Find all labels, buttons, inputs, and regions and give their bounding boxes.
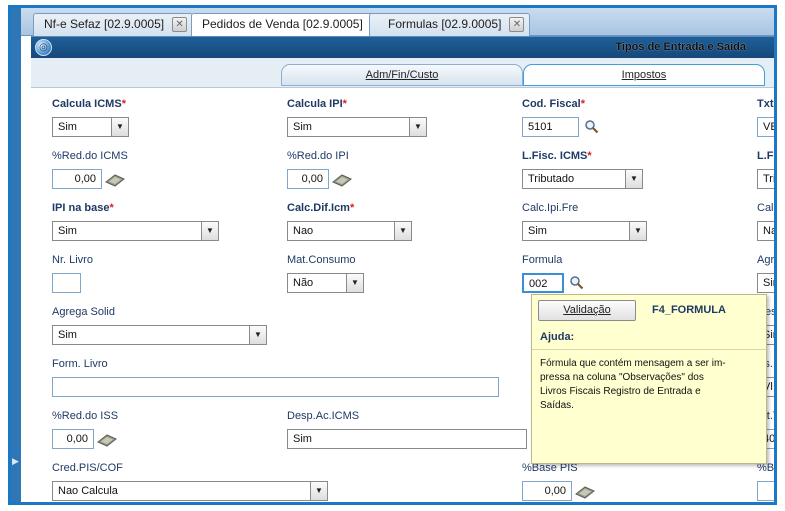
agrega-solid-select[interactable]: Sim ▼ <box>52 325 267 345</box>
field-help-tooltip: Validação F4_FORMULA Ajuda: Fórmula que … <box>531 294 767 464</box>
calcula-ipi-select[interactable]: Sim ▼ <box>287 117 427 137</box>
calc-ipi-fre-label: Calc.Ipi.Fre <box>522 202 579 214</box>
ipi-base-label: IPI na base* <box>52 202 114 214</box>
subtab-impostos[interactable]: Impostos <box>523 64 765 86</box>
search-icon[interactable] <box>584 119 599 134</box>
calculator-icon[interactable] <box>575 485 595 499</box>
window-title: Tipos de Entrada e Saida <box>615 41 746 53</box>
application-frame: ▶ Nf-e Sefaz [02.9.0005] ✕ Pedidos de Ve… <box>8 5 777 505</box>
lf-select[interactable]: Tri <box>757 169 774 189</box>
document-tab-bar: Nf-e Sefaz [02.9.0005] ✕ Pedidos de Vend… <box>21 8 774 37</box>
cod-fiscal-label: Cod. Fiscal* <box>522 98 585 110</box>
tab-nfe-sefaz[interactable]: Nf-e Sefaz [02.9.0005] ✕ <box>33 13 194 36</box>
chevron-down-icon[interactable]: ▼ <box>625 170 642 188</box>
validation-button[interactable]: Validação <box>538 300 636 321</box>
help-text-line: Livros Fiscais Registro de Entrada e <box>540 386 701 397</box>
tab-formulas[interactable]: Formulas [02.9.0005] ✕ <box>369 13 531 36</box>
chevron-down-icon[interactable]: ▼ <box>346 274 363 292</box>
window-title-bar: ◎ Tipos de Entrada e Saida <box>31 36 774 58</box>
subtab-adm-fin-custo[interactable]: Adm/Fin/Custo <box>281 64 523 86</box>
help-heading: Ajuda: <box>540 331 575 343</box>
formula-input[interactable]: 002 <box>522 273 564 293</box>
chevron-down-icon[interactable]: ▼ <box>201 222 218 240</box>
cod-fiscal-input[interactable]: 5101 <box>522 117 579 137</box>
red-ipi-label: %Red.do IPI <box>287 150 349 162</box>
left-collapse-strip[interactable]: ▶ <box>11 8 21 502</box>
red-iss-input[interactable]: 0,00 <box>52 429 94 449</box>
cred-pis-cof-select[interactable]: Nao Calcula ▼ <box>52 481 328 501</box>
txt-label: Txt <box>757 98 774 110</box>
close-icon[interactable]: ✕ <box>509 17 525 32</box>
agr-select[interactable]: Sir <box>757 273 774 293</box>
calc-ipi-fre-select[interactable]: Sim ▼ <box>522 221 647 241</box>
calculator-icon[interactable] <box>332 173 352 187</box>
calcula-ipi-label: Calcula IPI* <box>287 98 347 110</box>
calc-dif-icm-label: Calc.Dif.Icm* <box>287 202 355 214</box>
help-text-line: pressa na coluna "Observações" dos <box>540 372 704 383</box>
calcula-icms-select[interactable]: Sim ▼ <box>52 117 129 137</box>
help-text-line: Fórmula que contém mensagem a ser im- <box>540 358 726 369</box>
chevron-down-icon[interactable]: ▼ <box>629 222 646 240</box>
chevron-down-icon[interactable]: ▼ <box>409 118 426 136</box>
red-iss-label: %Red.do ISS <box>52 410 119 422</box>
tab-label: Formulas [02.9.0005] <box>388 17 502 31</box>
ipi-base-select[interactable]: Sim ▼ <box>52 221 219 241</box>
calculator-icon[interactable] <box>97 433 117 447</box>
calcula-icms-label: Calcula ICMS* <box>52 98 126 110</box>
agrega-solid-label: Agrega Solid <box>52 306 115 318</box>
mat-consumo-select[interactable]: Não ▼ <box>287 273 364 293</box>
cred-pis-cof-label: Cred.PIS/COF <box>52 462 123 474</box>
chevron-down-icon[interactable]: ▼ <box>249 326 266 344</box>
agr-label: Agr <box>757 254 775 266</box>
help-text: Fórmula que contém mensagem a ser im- pr… <box>540 357 750 413</box>
red-ipi-input[interactable]: 0,00 <box>287 169 329 189</box>
search-icon[interactable] <box>569 275 584 290</box>
mat-consumo-label: Mat.Consumo <box>287 254 356 266</box>
form-livro-input[interactable] <box>52 377 499 397</box>
tab-label: Nf-e Sefaz [02.9.0005] <box>44 17 165 31</box>
desp-ac-icms-label: Desp.Ac.ICMS <box>287 410 360 422</box>
red-icms-label: %Red.do ICMS <box>52 150 128 162</box>
chevron-down-icon[interactable]: ▼ <box>310 482 327 500</box>
folder-tab-bar: Adm/Fin/Custo Impostos <box>31 58 774 88</box>
tab-pedidos-de-venda[interactable]: Pedidos de Venda [02.9.0005] ✕ <box>191 13 392 37</box>
calc-label: Calc <box>757 202 777 214</box>
help-text-line: Saídas. <box>540 400 574 411</box>
calculator-icon[interactable] <box>105 173 125 187</box>
base-pis-input[interactable]: 0,00 <box>522 481 572 501</box>
field-identifier: F4_FORMULA <box>652 304 726 316</box>
impostos-form: Calcula ICMS* Sim ▼ Calcula IPI* Sim ▼ Cod… <box>31 88 774 502</box>
b-input[interactable] <box>757 481 774 501</box>
chevron-down-icon[interactable]: ▼ <box>394 222 411 240</box>
nr-livro-input[interactable] <box>52 273 81 293</box>
lfisc-icms-label: L.Fisc. ICMS* <box>522 150 592 162</box>
desp-ac-icms-select[interactable]: Sim <box>287 429 527 449</box>
calc-dif-icm-select[interactable]: Nao ▼ <box>287 221 412 241</box>
nr-livro-label: Nr. Livro <box>52 254 93 266</box>
red-icms-input[interactable]: 0,00 <box>52 169 102 189</box>
txt-input[interactable]: VE <box>757 117 774 137</box>
tab-label: Pedidos de Venda [02.9.0005] <box>202 17 363 31</box>
lfisc-icms-select[interactable]: Tributado ▼ <box>522 169 643 189</box>
lf-label: L.F <box>757 150 774 162</box>
calc-select[interactable]: Na <box>757 221 774 241</box>
chevron-down-icon[interactable]: ▼ <box>111 118 128 136</box>
close-icon[interactable]: ✕ <box>172 17 188 32</box>
tooltip-divider <box>532 349 766 350</box>
formula-label: Formula <box>522 254 563 266</box>
form-livro-label: Form. Livro <box>52 358 108 370</box>
expand-arrow-icon[interactable]: ▶ <box>12 456 19 466</box>
